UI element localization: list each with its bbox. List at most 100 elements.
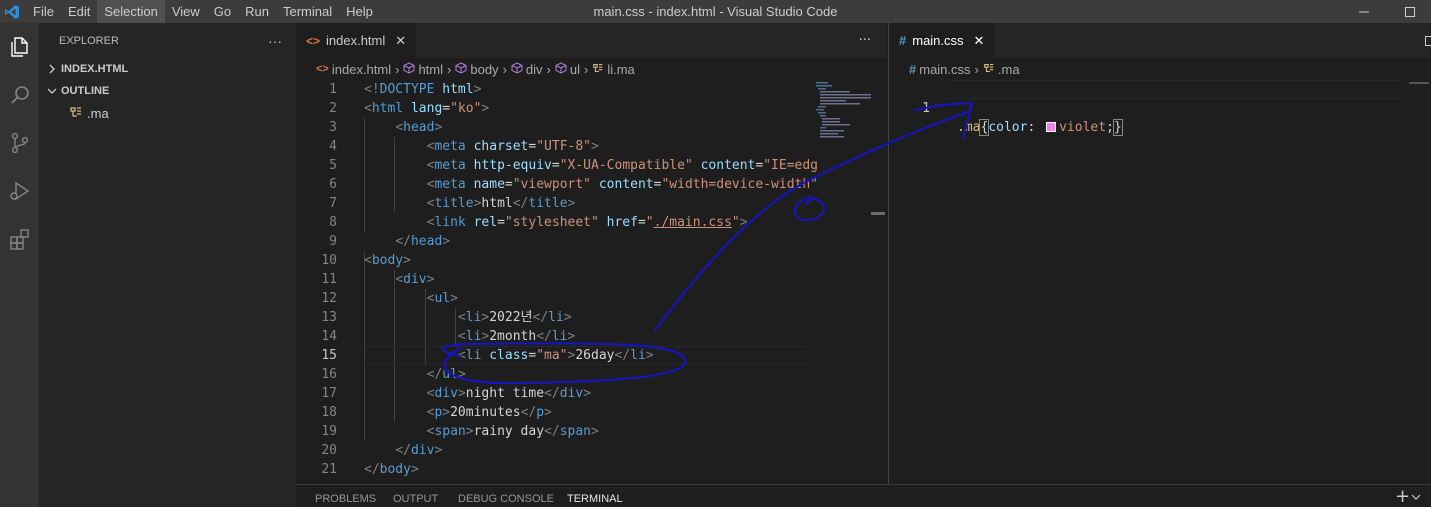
selector-symbol-icon — [69, 105, 83, 122]
chevron-right-icon: › — [447, 61, 452, 77]
code-line[interactable]: 1 <!DOCTYPE html> — [296, 80, 887, 99]
chevron-down-icon — [45, 86, 59, 96]
breadcrumb-item[interactable]: ul — [570, 62, 580, 77]
code-line[interactable]: 6 <meta name="viewport" content="width=d… — [296, 175, 887, 194]
code-line[interactable]: 10 <body> — [296, 251, 887, 270]
code-line[interactable]: 3 <head> — [296, 118, 887, 137]
menu-selection[interactable]: Selection — [97, 0, 165, 23]
chevron-down-icon[interactable] — [1411, 491, 1421, 506]
code-line[interactable]: 15 <li class="ma">26day</li> — [296, 346, 887, 365]
breadcrumb: <> index.html › html › body › div › ul ›… — [296, 58, 887, 80]
code-editor-right[interactable]: 1 .ma{color: violet;} — [889, 80, 1431, 136]
code-line[interactable]: 16 </ul> — [296, 365, 887, 384]
menu-file[interactable]: File — [26, 0, 61, 23]
chevron-right-icon: › — [502, 61, 507, 77]
code-text: <link rel="stylesheet" href="./main.css"… — [426, 215, 748, 230]
breadcrumb-item[interactable]: .ma — [998, 62, 1020, 77]
code-line[interactable]: 5 <meta http-equiv="X-UA-Compatible" con… — [296, 156, 887, 175]
code-line[interactable]: 8 <link rel="stylesheet" href="./main.cs… — [296, 213, 887, 232]
breadcrumb-item[interactable]: div — [526, 62, 543, 77]
code-text: </ul> — [426, 367, 466, 382]
panel-tab-debug-console[interactable]: DEBUG CONSOLE — [458, 493, 554, 505]
code-line[interactable]: 18 <p>20minutes</p> — [296, 403, 887, 422]
line-number: 4 — [329, 139, 337, 154]
selector-symbol-icon — [592, 62, 604, 77]
line-number: 20 — [321, 443, 337, 458]
tab-bar-left: <> index.html ✕ ··· — [296, 23, 887, 58]
vscode-logo-icon — [0, 0, 24, 23]
breadcrumb-item[interactable]: html — [418, 62, 443, 77]
tab-main-css[interactable]: # main.css ✕ — [889, 23, 995, 58]
code-text: </body> — [364, 462, 419, 477]
source-control-icon[interactable] — [0, 119, 39, 167]
code-text: <!DOCTYPE html> — [364, 82, 482, 97]
close-tab-icon[interactable]: ✕ — [395, 33, 406, 49]
code-line[interactable]: 11 <div> — [296, 270, 887, 289]
code-line[interactable]: 19 <span>rainy day</span> — [296, 422, 887, 441]
panel-tab-terminal[interactable]: TERMINAL — [567, 493, 623, 505]
close-tab-icon[interactable]: ✕ — [974, 33, 985, 49]
tab-index-html[interactable]: <> index.html ✕ — [296, 23, 417, 58]
folder-section-index-html[interactable]: INDEX.HTML — [39, 58, 296, 80]
code-text: <meta name="viewport" content="width=dev… — [426, 177, 819, 192]
vertical-scrollbar[interactable] — [871, 80, 885, 484]
code-line[interactable]: 2 <html lang="ko"> — [296, 99, 887, 118]
menu-bar: File Edit Selection View Go Run Terminal… — [26, 0, 380, 23]
outline-item-ma[interactable]: .ma — [39, 102, 296, 124]
panel-tab-problems[interactable]: PROBLEMS — [315, 493, 376, 505]
breadcrumb-item[interactable]: body — [470, 62, 498, 77]
menu-run[interactable]: Run — [238, 0, 276, 23]
line-number: 2 — [329, 101, 337, 116]
search-icon[interactable] — [0, 71, 39, 119]
split-editor-icon[interactable] — [1425, 36, 1431, 46]
code-line[interactable]: 13 <li>2022년</li> — [296, 308, 887, 327]
html-file-icon: <> — [316, 63, 329, 75]
line-number: 17 — [321, 386, 337, 401]
breadcrumb-item[interactable]: index.html — [332, 62, 391, 77]
code-line[interactable]: 12 <ul> — [296, 289, 887, 308]
explorer-icon[interactable] — [0, 23, 39, 71]
menu-go[interactable]: Go — [207, 0, 238, 23]
title-bar: File Edit Selection View Go Run Terminal… — [0, 0, 1431, 23]
code-line[interactable]: 20 </div> — [296, 441, 887, 460]
code-line[interactable]: 17 <div>night time</div> — [296, 384, 887, 403]
code-line[interactable]: 4 <meta charset="UTF-8"> — [296, 137, 887, 156]
editor-group-right: # main.css ✕ # main.css › .ma 1 .ma{colo… — [888, 23, 1431, 484]
menu-view[interactable]: View — [165, 0, 207, 23]
menu-edit[interactable]: Edit — [61, 0, 97, 23]
color-swatch[interactable] — [1046, 122, 1057, 132]
menu-terminal[interactable]: Terminal — [276, 0, 339, 23]
code-editor-left[interactable]: 1 <!DOCTYPE html> 2 <html lang="ko"> 3 <head… — [296, 80, 887, 479]
element-cube-icon — [403, 61, 415, 77]
panel-tab-output[interactable]: OUTPUT — [393, 493, 438, 505]
breadcrumb-item[interactable]: main.css — [919, 62, 970, 77]
tab-bar-right: # main.css ✕ — [889, 23, 1431, 58]
line-number: 5 — [329, 158, 337, 173]
code-text: <ul> — [426, 291, 458, 306]
code-line[interactable]: 9 </head> — [296, 232, 887, 251]
activity-bar — [0, 23, 39, 507]
minimize-button[interactable] — [1341, 0, 1387, 23]
folder-section-label: INDEX.HTML — [61, 63, 129, 75]
chevron-right-icon: › — [584, 61, 589, 77]
minimap-right[interactable] — [1409, 82, 1429, 84]
line-number: 15 — [321, 348, 337, 363]
extensions-icon[interactable] — [0, 215, 39, 263]
chevron-right-icon: › — [546, 61, 551, 77]
code-line[interactable]: 14 <li>2month</li> — [296, 327, 887, 346]
code-text: <li class="ma">26day</li> — [457, 348, 654, 363]
code-line[interactable]: 7 <title>html</title> — [296, 194, 887, 213]
minimap[interactable] — [808, 80, 872, 484]
more-actions-icon[interactable]: ··· — [859, 23, 871, 58]
outline-item-label: .ma — [87, 105, 109, 121]
more-actions-icon[interactable]: ··· — [268, 33, 282, 49]
menu-help[interactable]: Help — [339, 0, 380, 23]
code-text: <meta http-equiv="X-UA-Compatible" conte… — [426, 158, 819, 173]
breadcrumb-item[interactable]: li.ma — [607, 62, 634, 77]
element-cube-icon — [455, 61, 467, 77]
new-terminal-icon[interactable]: + — [1395, 486, 1410, 507]
code-line[interactable]: 21 </body> — [296, 460, 887, 479]
maximize-button[interactable] — [1387, 0, 1431, 23]
outline-section[interactable]: OUTLINE — [39, 80, 296, 102]
run-debug-icon[interactable] — [0, 167, 39, 215]
